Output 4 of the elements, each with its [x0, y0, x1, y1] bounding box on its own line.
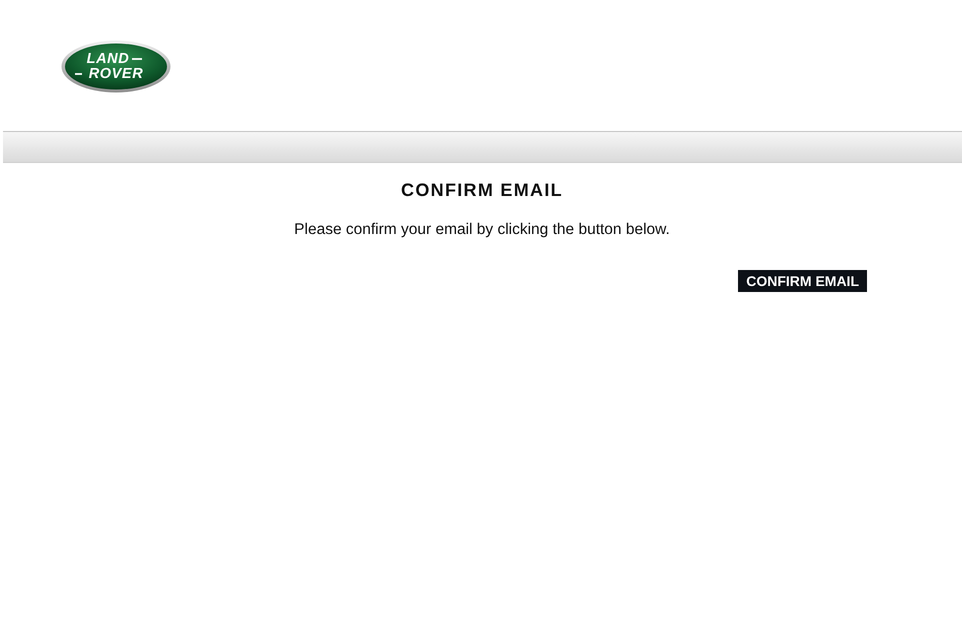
confirm-email-button[interactable]: CONFIRM EMAIL: [738, 270, 867, 292]
instruction-text: Please confirm your email by clicking the button below.: [293, 220, 671, 240]
brand-logo: LAND ROVER: [61, 40, 171, 93]
page-title: CONFIRM EMAIL: [400, 179, 564, 201]
